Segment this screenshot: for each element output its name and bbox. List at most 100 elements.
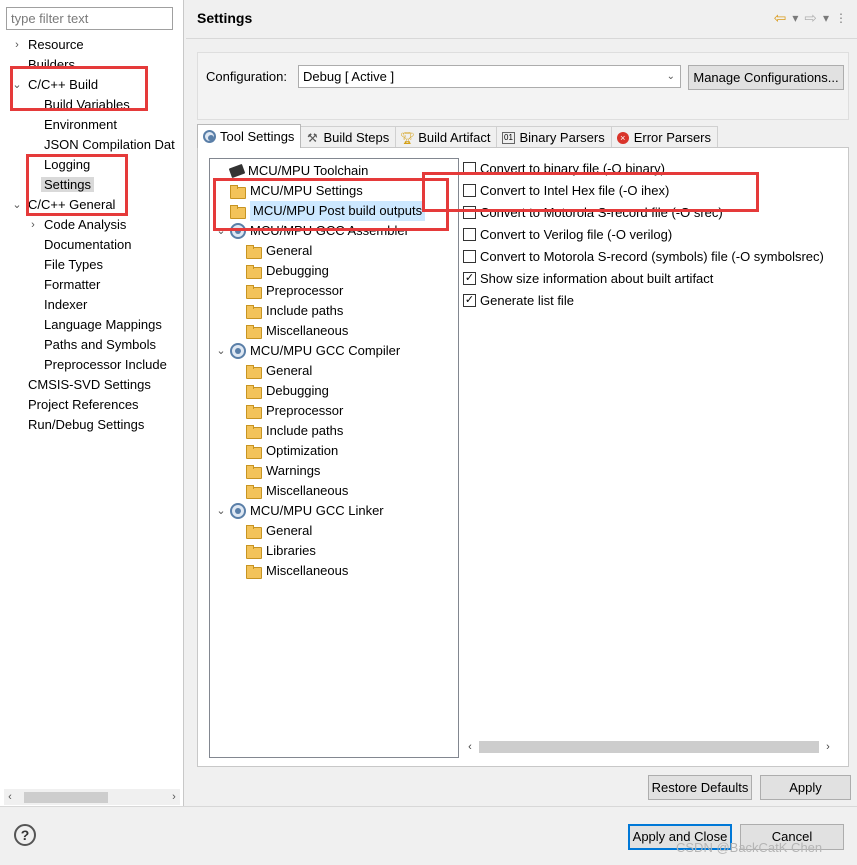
tool-tree-item-mcu-mpu-gcc-linker[interactable]: ⌄ MCU/MPU GCC Linker [216, 501, 384, 521]
manage-configurations-button[interactable]: Manage Configurations... [688, 65, 844, 90]
nav-item-project-references[interactable]: Project References [28, 395, 139, 415]
checkbox-checked[interactable]: ✓ [463, 271, 476, 285]
expand-chevron-icon[interactable]: › [28, 215, 38, 235]
nav-item-formatter[interactable]: Formatter [44, 275, 100, 295]
nav-item-preprocessor-include[interactable]: Preprocessor Include [44, 355, 167, 375]
collapse-chevron-icon[interactable]: ⌄ [216, 501, 226, 521]
expand-chevron-icon[interactable]: › [12, 35, 22, 55]
tool-tree-item-mcu-mpu-settings[interactable]: MCU/MPU Settings [216, 181, 363, 201]
tool-tree-label: Include paths [266, 423, 344, 438]
nav-item-build-variables[interactable]: Build Variables [44, 95, 130, 115]
option-show-size-information-about-built-artifa[interactable]: ✓ Show size information about built artif… [463, 268, 713, 288]
nav-item-environment[interactable]: Environment [44, 115, 117, 135]
folder-icon [246, 424, 262, 439]
tool-tree-item-miscellaneous[interactable]: Miscellaneous [232, 561, 348, 581]
back-arrow-icon[interactable]: ⇦ [774, 9, 787, 27]
tool-tree-item-debugging[interactable]: Debugging [232, 381, 329, 401]
tool-tree-item-warnings[interactable]: Warnings [232, 461, 320, 481]
scroll-thumb[interactable] [24, 792, 108, 803]
tool-tree-item-preprocessor[interactable]: Preprocessor [232, 401, 343, 421]
nav-horizontal-scrollbar[interactable]: ‹ › [4, 789, 180, 805]
collapse-chevron-icon[interactable]: ⌄ [12, 195, 22, 215]
collapse-chevron-icon[interactable]: ⌄ [12, 75, 22, 95]
nav-item-indexer[interactable]: Indexer [44, 295, 87, 315]
checkbox-unchecked[interactable] [463, 183, 476, 197]
tool-tree-item-general[interactable]: General [232, 241, 312, 261]
nav-item-builders[interactable]: Builders [28, 55, 75, 75]
option-convert-to-intel-hex-file-o-ihex[interactable]: Convert to Intel Hex file (-O ihex) [463, 180, 669, 200]
tab-error-parsers[interactable]: × Error Parsers [610, 126, 719, 148]
filter-input[interactable] [6, 7, 173, 30]
option-convert-to-motorola-s-record-symbols-fil[interactable]: Convert to Motorola S-record (symbols) f… [463, 246, 824, 266]
checkbox-unchecked[interactable] [463, 205, 476, 219]
nav-item-label: Formatter [44, 277, 101, 292]
tool-tree-item-include-paths[interactable]: Include paths [232, 301, 343, 321]
checkbox-unchecked[interactable] [463, 249, 476, 263]
nav-item-settings[interactable]: Settings [41, 175, 94, 195]
apply-button[interactable]: Apply [760, 775, 851, 800]
scroll-right-icon[interactable]: › [168, 789, 180, 805]
tool-tree-item-optimization[interactable]: Optimization [232, 441, 338, 461]
tool-tree-item-general[interactable]: General [232, 361, 312, 381]
tool-tree-label: MCU/MPU Toolchain [248, 163, 369, 178]
tool-tree-item-include-paths[interactable]: Include paths [232, 421, 343, 441]
tool-tree-label: Warnings [266, 463, 321, 478]
nav-item-file-types[interactable]: File Types [44, 255, 103, 275]
nav-item-json-compilation-dat[interactable]: JSON Compilation Dat [44, 135, 175, 155]
scroll-left-icon[interactable]: ‹ [463, 738, 477, 756]
nav-item-run-debug-settings[interactable]: Run/Debug Settings [28, 415, 144, 435]
forward-arrow-icon[interactable]: ⇨ [804, 9, 817, 27]
nav-item-logging[interactable]: Logging [44, 155, 90, 175]
tab-tool-settings[interactable]: Tool Settings [197, 124, 302, 148]
nav-item-label: CMSIS-SVD Settings [28, 377, 151, 392]
scroll-right-icon[interactable]: › [821, 738, 835, 756]
tool-tree-item-preprocessor[interactable]: Preprocessor [232, 281, 343, 301]
tool-settings-panel: MCU/MPU Toolchain MCU/MPU Settings MCU/MPU… [197, 147, 849, 767]
collapse-chevron-icon[interactable]: ⌄ [216, 341, 226, 361]
tool-tree-item-miscellaneous[interactable]: Miscellaneous [232, 481, 348, 501]
configuration-select[interactable]: Debug [ Active ] ⌄ [298, 65, 681, 88]
option-convert-to-motorola-s-record-file-o-srec[interactable]: Convert to Motorola S-record file (-O sr… [463, 202, 723, 222]
restore-defaults-button[interactable]: Restore Defaults [648, 775, 752, 800]
scroll-left-icon[interactable]: ‹ [4, 789, 16, 805]
collapse-chevron-icon[interactable]: ⌄ [216, 221, 226, 241]
nav-item-c-c-general[interactable]: ⌄ C/C++ General [12, 195, 115, 215]
tool-tree-label: Preprocessor [266, 403, 344, 418]
tool-tree-item-libraries[interactable]: Libraries [232, 541, 316, 561]
view-menu-icon[interactable]: ⋮ [835, 11, 847, 25]
tool-tree-item-mcu-mpu-gcc-assembler[interactable]: ⌄ MCU/MPU GCC Assembler [216, 221, 409, 241]
tab-label: Build Artifact [418, 130, 491, 145]
tool-tree-item-general[interactable]: General [232, 521, 312, 541]
nav-item-language-mappings[interactable]: Language Mappings [44, 315, 162, 335]
forward-menu-chevron-icon[interactable]: ▾ [823, 11, 829, 25]
folder-icon [246, 464, 262, 479]
binary-file-icon: 01 [502, 131, 515, 144]
nav-item-documentation[interactable]: Documentation [44, 235, 131, 255]
tool-tree-item-mcu-mpu-gcc-compiler[interactable]: ⌄ MCU/MPU GCC Compiler [216, 341, 400, 361]
folder-icon [246, 304, 262, 319]
tab-build-artifact[interactable]: 🏆︎ Build Artifact [395, 126, 498, 148]
nav-item-cmsis-svd-settings[interactable]: CMSIS-SVD Settings [28, 375, 151, 395]
tab-build-steps[interactable]: ⚒ Build Steps [300, 126, 397, 148]
tool-tree-label: MCU/MPU GCC Assembler [250, 223, 409, 238]
option-convert-to-verilog-file-o-verilog[interactable]: Convert to Verilog file (-O verilog) [463, 224, 672, 244]
tool-tree-item-miscellaneous[interactable]: Miscellaneous [232, 321, 348, 341]
checkbox-unchecked[interactable] [463, 161, 476, 175]
help-icon[interactable]: ? [14, 824, 36, 846]
option-convert-to-binary-file-o-binary[interactable]: Convert to binary file (-O binary) [463, 158, 665, 178]
nav-item-paths-and-symbols[interactable]: Paths and Symbols [44, 335, 156, 355]
checkbox-unchecked[interactable] [463, 227, 476, 241]
tool-tree-item-mcu-mpu-toolchain[interactable]: MCU/MPU Toolchain [216, 161, 368, 181]
nav-item-c-c-build[interactable]: ⌄ C/C++ Build [12, 75, 98, 95]
checkbox-checked[interactable]: ✓ [463, 293, 476, 307]
nav-item-resource[interactable]: › Resource [15, 35, 83, 55]
tool-tree-item-mcu-mpu-post-build-outputs[interactable]: MCU/MPU Post build outputs [216, 201, 426, 221]
option-label: Convert to Intel Hex file (-O ihex) [480, 182, 670, 198]
option-generate-list-file[interactable]: ✓ Generate list file [463, 290, 574, 310]
tool-tree-item-debugging[interactable]: Debugging [232, 261, 329, 281]
tab-binary-parsers[interactable]: 01 Binary Parsers [496, 126, 612, 148]
back-menu-chevron-icon[interactable]: ▾ [792, 11, 798, 25]
options-horizontal-scrollbar[interactable]: ‹ › [463, 738, 835, 756]
nav-item-code-analysis[interactable]: › Code Analysis [31, 215, 126, 235]
scroll-thumb[interactable] [479, 741, 819, 753]
